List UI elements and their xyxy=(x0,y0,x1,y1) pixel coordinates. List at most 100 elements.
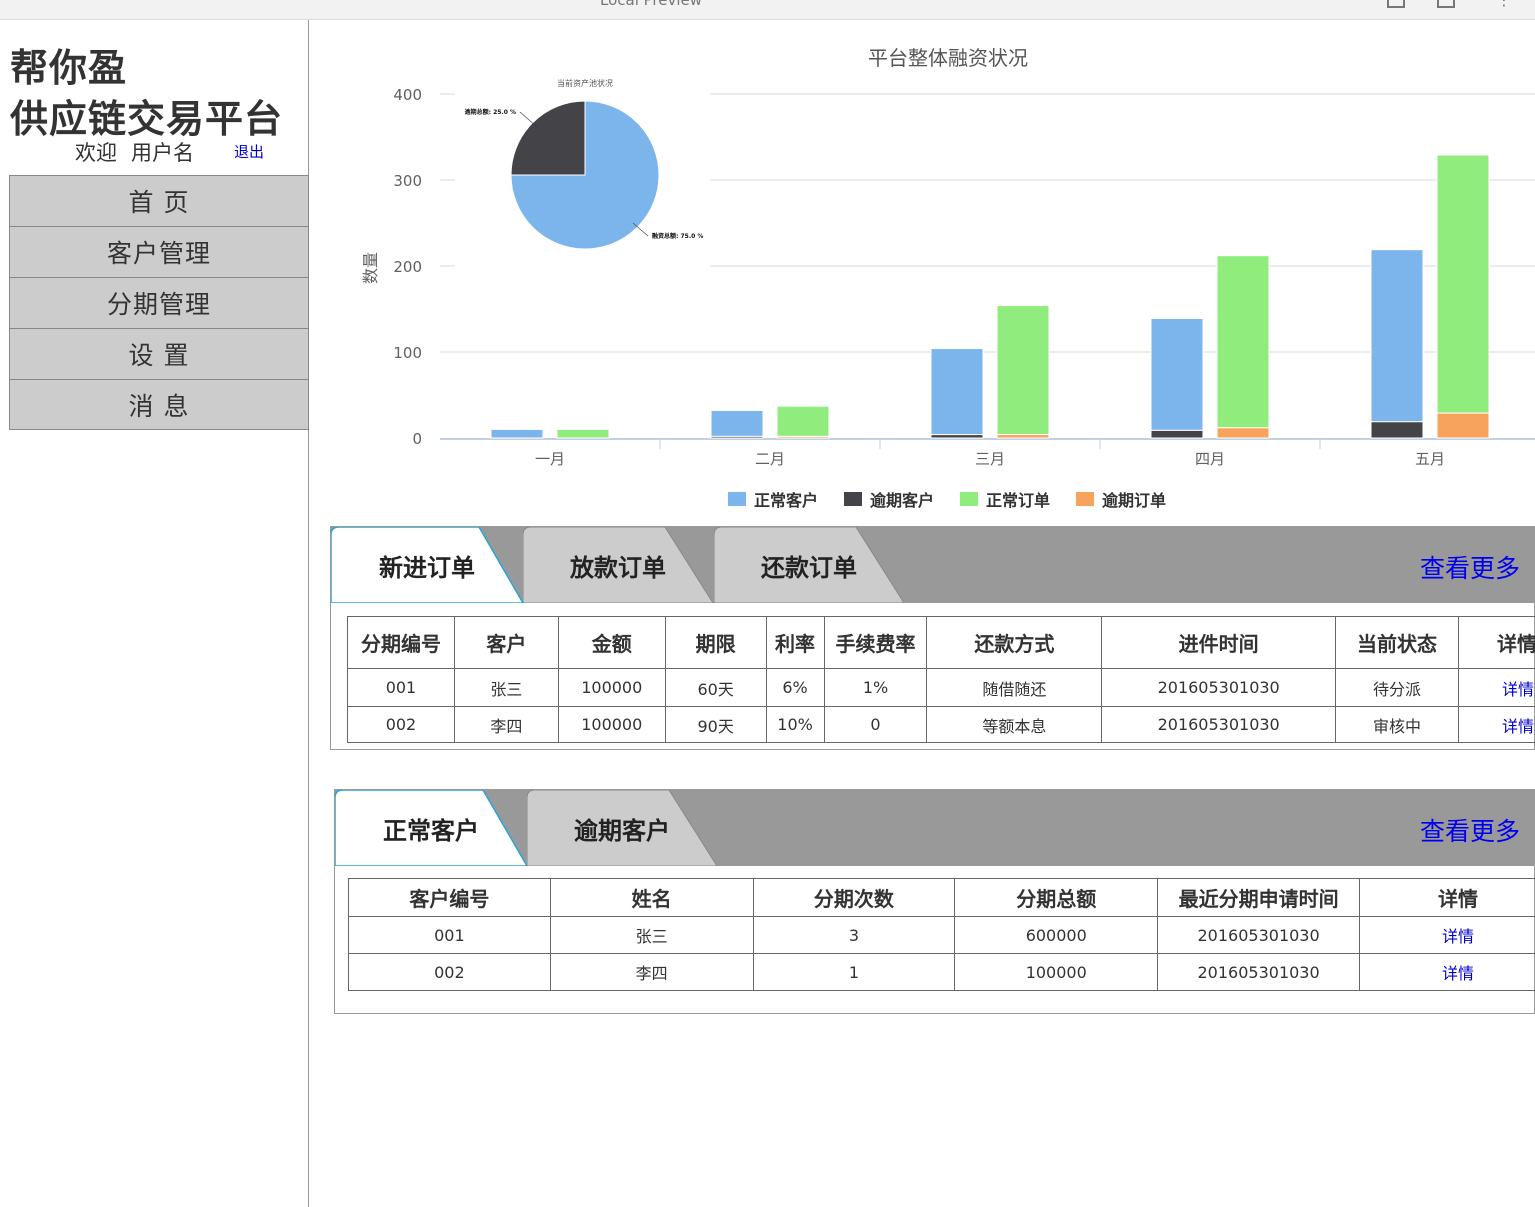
cell-installment-count: 1 xyxy=(752,953,956,991)
column-header[interactable]: 金额 xyxy=(557,616,666,669)
cell-name: 张三 xyxy=(549,916,754,954)
cell-installment-count: 3 xyxy=(752,916,956,954)
pie-label: 逾期总额: 25.0 % xyxy=(465,108,516,116)
bar-overdue-customer xyxy=(1150,429,1204,439)
x-tick-label: 二月 xyxy=(755,450,785,468)
financing-chart: 平台整体融资状况 0 100 200 300 400 数量 一月 二月 三月 四月 五月 正常客户 逾期客… xyxy=(330,30,1535,520)
table-row: 002 李四 100000 90天 10% 0 等额本息 20160530103… xyxy=(347,706,1535,743)
column-header[interactable]: 分期编号 xyxy=(347,616,455,669)
column-header[interactable]: 进件时间 xyxy=(1101,616,1337,669)
customers-more-link[interactable]: 查看更多 xyxy=(1420,812,1520,848)
brand-title: 帮你盈 xyxy=(10,46,128,90)
tab-loan-orders[interactable]: 放款订单 xyxy=(523,527,713,603)
y-tick-label: 300 xyxy=(393,172,422,190)
sidebar-item-messages[interactable]: 消 息 xyxy=(9,379,309,430)
sidebar-item-installments[interactable]: 分期管理 xyxy=(9,277,309,328)
column-header[interactable]: 手续费率 xyxy=(823,616,928,669)
save-icon[interactable] xyxy=(1387,0,1405,8)
bar-normal-order xyxy=(1216,255,1270,429)
orders-table: 分期编号 客户 金额 期限 利率 手续费率 还款方式 进件时间 当前状态 详情 … xyxy=(347,616,1535,743)
tab-new-orders[interactable]: 新进订单 xyxy=(331,527,523,603)
column-header[interactable]: 客户编号 xyxy=(348,878,551,917)
column-header[interactable]: 利率 xyxy=(765,616,825,669)
details-link[interactable]: 详情 xyxy=(1359,916,1535,954)
sidebar-item-home[interactable]: 首 页 xyxy=(9,175,309,226)
table-row: 001 张三 100000 60天 6% 1% 随借随还 20160530103… xyxy=(347,668,1535,707)
tab-repay-orders[interactable]: 还款订单 xyxy=(714,527,904,603)
tab-label: 还款订单 xyxy=(761,553,857,582)
export-icon[interactable] xyxy=(1437,0,1455,8)
tab-label: 正常客户 xyxy=(383,816,479,845)
column-header[interactable]: 分期次数 xyxy=(752,878,956,917)
window-titlebar: Local Preview ⋮ xyxy=(0,0,1535,20)
logout-link[interactable]: 退出 xyxy=(234,141,264,162)
x-tick-label: 五月 xyxy=(1415,450,1445,468)
orders-header-row: 分期编号 客户 金额 期限 利率 手续费率 还款方式 进件时间 当前状态 详情 xyxy=(347,616,1535,669)
x-tick-label: 一月 xyxy=(535,450,565,468)
column-header[interactable]: 还款方式 xyxy=(926,616,1103,669)
bar-overdue-order xyxy=(996,434,1050,439)
bar-overdue-order xyxy=(1216,427,1270,439)
cell-fee-rate: 0 xyxy=(823,706,928,743)
cell-recent-time: 201605301030 xyxy=(1157,916,1361,954)
bar-normal-customer xyxy=(1150,317,1204,431)
column-header[interactable]: 分期总额 xyxy=(954,878,1159,917)
tab-label: 放款订单 xyxy=(570,553,666,582)
x-tick-label: 四月 xyxy=(1195,450,1225,468)
bar-normal-order xyxy=(996,305,1050,436)
column-header[interactable]: 姓名 xyxy=(549,878,754,917)
legend-swatch xyxy=(1076,492,1094,506)
window-title: Local Preview xyxy=(600,0,703,9)
tab-label: 新进订单 xyxy=(379,553,475,582)
cell-term: 90天 xyxy=(664,706,767,743)
cell-customer-id: 001 xyxy=(348,916,551,954)
details-link[interactable]: 详情 xyxy=(1457,706,1535,743)
cell-recent-time: 201605301030 xyxy=(1157,953,1361,991)
legend-swatch xyxy=(844,492,862,506)
bar-overdue-customer xyxy=(930,434,984,439)
cell-term: 60天 xyxy=(664,668,767,707)
cell-fee-rate: 1% xyxy=(823,668,928,707)
sidebar-item-settings[interactable]: 设 置 xyxy=(9,328,309,379)
column-header[interactable]: 当前状态 xyxy=(1335,616,1459,669)
sidebar-item-customers[interactable]: 客户管理 xyxy=(9,226,309,277)
column-header[interactable]: 客户 xyxy=(453,616,559,669)
legend-label: 正常客户 xyxy=(754,491,818,510)
orders-more-link[interactable]: 查看更多 xyxy=(1420,549,1520,585)
cell-installment-total: 100000 xyxy=(954,953,1159,991)
cell-repay-method: 随借随还 xyxy=(926,668,1103,707)
y-tick-label: 400 xyxy=(393,86,422,104)
bar-normal-customer xyxy=(930,348,984,436)
brand-subtitle: 供应链交易平台 xyxy=(10,97,284,141)
pie-label: 融资总额: 75.0 % xyxy=(652,232,703,240)
welcome-label: 欢迎 xyxy=(75,141,117,165)
column-header[interactable]: 详情 xyxy=(1457,616,1535,669)
details-link[interactable]: 详情 xyxy=(1359,953,1535,991)
tab-overdue-customers[interactable]: 逾期客户 xyxy=(527,790,717,866)
more-menu-icon[interactable]: ⋮ xyxy=(1496,0,1512,9)
column-header[interactable]: 详情 xyxy=(1359,878,1535,917)
cell-customer: 张三 xyxy=(453,668,559,707)
customers-panel: 正常客户 逾期客户 查看更多 客户编号 姓名 分期次数 分期总额 最近分期申请时… xyxy=(334,789,1535,1014)
cell-status: 审核中 xyxy=(1335,706,1459,743)
tab-label: 逾期客户 xyxy=(574,816,670,845)
legend-label: 逾期客户 xyxy=(870,491,934,510)
cell-customer-id: 002 xyxy=(348,953,551,991)
cell-customer: 李四 xyxy=(453,706,559,743)
legend-swatch xyxy=(728,492,746,506)
y-axis-label: 数量 xyxy=(361,252,380,284)
bar-normal-customer xyxy=(490,428,544,439)
table-row: 002 李四 1 100000 201605301030 详情 xyxy=(348,953,1535,991)
column-header[interactable]: 期限 xyxy=(664,616,767,669)
cell-amount: 100000 xyxy=(557,706,666,743)
cell-status: 待分派 xyxy=(1335,668,1459,707)
cell-id: 001 xyxy=(347,668,455,707)
welcome-text: 欢迎 用户名 xyxy=(75,137,208,167)
bar-normal-customer xyxy=(1370,249,1424,423)
column-header[interactable]: 最近分期申请时间 xyxy=(1157,878,1361,917)
bar-overdue-customer xyxy=(1370,421,1424,439)
tab-normal-customers[interactable]: 正常客户 xyxy=(335,790,527,866)
bar-normal-customer xyxy=(710,409,764,437)
details-link[interactable]: 详情 xyxy=(1457,668,1535,707)
table-row: 001 张三 3 600000 201605301030 详情 xyxy=(348,916,1535,954)
